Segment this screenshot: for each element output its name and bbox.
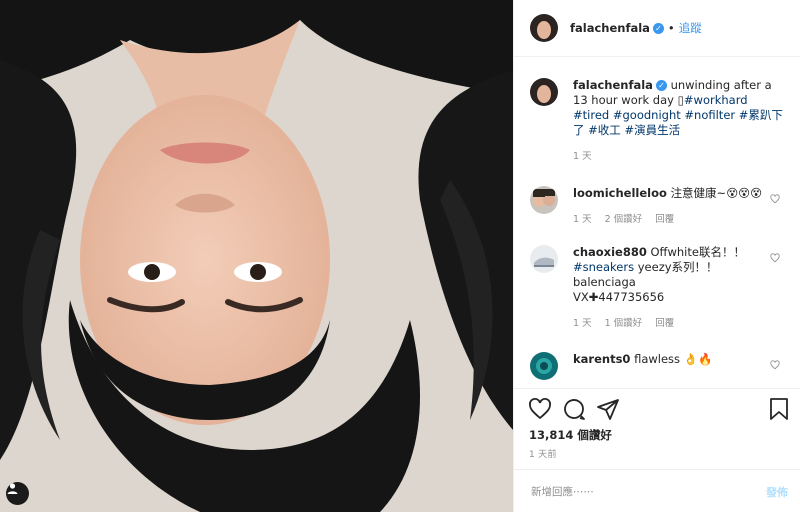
hashtag-link[interactable]: #收工 bbox=[588, 123, 621, 137]
comment-time[interactable]: 1 天 bbox=[573, 214, 592, 225]
hashtag-link[interactable]: #nofilter bbox=[684, 108, 735, 122]
hashtag-link[interactable]: #tired bbox=[573, 108, 609, 122]
upside-down-selfie-image bbox=[0, 0, 513, 512]
comment-row: chaoxie880 Offwhite联名！！ #sneakers yeezy系… bbox=[530, 245, 784, 331]
comment-text: VX✚447735656 bbox=[573, 290, 665, 304]
comment-text: Offwhite联名！！ bbox=[650, 245, 745, 259]
hashtag-link[interactable]: #sneakers bbox=[573, 260, 634, 274]
caption-time[interactable]: 1 天 bbox=[573, 151, 592, 162]
post-date[interactable]: 1 天前 bbox=[529, 447, 557, 460]
heart-icon[interactable] bbox=[528, 397, 552, 421]
avatar[interactable] bbox=[530, 78, 558, 106]
bookmark-icon[interactable] bbox=[768, 397, 790, 421]
hashtag-link[interactable]: #演員生活 bbox=[624, 123, 680, 137]
comment-username[interactable]: loomichelleloo bbox=[573, 186, 667, 200]
comment-text: 注意健康~😵😵😵 bbox=[670, 186, 763, 200]
post-username[interactable]: falachenfala bbox=[570, 21, 650, 35]
post-photo[interactable] bbox=[0, 0, 513, 512]
hashtag-link[interactable]: #workhard bbox=[684, 93, 748, 107]
comment-username[interactable]: chaoxie880 bbox=[573, 245, 647, 259]
likes-count[interactable]: 13,814 個讚好 bbox=[529, 427, 612, 443]
comment-row: karents0 flawless 👌🔥 bbox=[530, 352, 784, 380]
comment-likes[interactable]: 1 個讚好 bbox=[605, 318, 643, 329]
avatar[interactable] bbox=[530, 352, 558, 380]
post-side-panel: falachenfala ✓ • 追蹤 falachenfala ✓ unwind… bbox=[513, 0, 800, 512]
instagram-post: falachenfala ✓ • 追蹤 falachenfala ✓ unwind… bbox=[0, 0, 800, 512]
add-comment-bar: 發佈 bbox=[514, 469, 800, 514]
add-comment-input[interactable] bbox=[529, 485, 733, 499]
comment-time[interactable]: 1 天 bbox=[573, 318, 592, 329]
follow-button[interactable]: 追蹤 bbox=[679, 20, 702, 36]
reply-button[interactable]: 回覆 bbox=[655, 214, 674, 225]
avatar[interactable] bbox=[530, 245, 558, 273]
heart-icon[interactable] bbox=[770, 253, 780, 263]
heart-icon[interactable] bbox=[770, 194, 780, 204]
comment-row: loomichelleloo 注意健康~😵😵😵 1 天 2 個讚好 回覆 bbox=[530, 186, 784, 227]
avatar[interactable] bbox=[530, 186, 558, 214]
caption-text: falachenfala ✓ unwinding after a 13 hour … bbox=[573, 78, 784, 138]
separator-dot: • bbox=[667, 21, 675, 35]
comment-text: balenciaga bbox=[573, 275, 636, 289]
tag-user-icon[interactable] bbox=[6, 482, 29, 505]
post-actions: 13,814 個讚好 1 天前 發佈 bbox=[514, 388, 800, 513]
verified-badge-icon: ✓ bbox=[652, 22, 664, 34]
comments-list[interactable]: falachenfala ✓ unwinding after a 13 hour … bbox=[514, 58, 800, 388]
share-icon[interactable] bbox=[596, 397, 620, 421]
comment-meta: 1 天 2 個讚好 回覆 bbox=[573, 212, 784, 227]
post-comment-button[interactable]: 發佈 bbox=[766, 484, 788, 500]
post-header: falachenfala ✓ • 追蹤 bbox=[514, 0, 800, 57]
avatar[interactable] bbox=[530, 14, 558, 42]
comment-text: yeezy系列！！ bbox=[634, 260, 718, 274]
verified-badge-icon: ✓ bbox=[655, 80, 667, 91]
heart-icon[interactable] bbox=[770, 360, 780, 370]
caption-row: falachenfala ✓ unwinding after a 13 hour … bbox=[530, 78, 784, 164]
comment-icon[interactable] bbox=[562, 397, 586, 421]
comment-username[interactable]: karents0 bbox=[573, 352, 630, 366]
caption-username[interactable]: falachenfala bbox=[573, 78, 653, 92]
caption-meta: 1 天 bbox=[573, 149, 784, 164]
comment-text: flawless 👌🔥 bbox=[634, 352, 713, 366]
hashtag-link[interactable]: #goodnight bbox=[613, 108, 681, 122]
reply-button[interactable]: 回覆 bbox=[655, 318, 674, 329]
comment-likes[interactable]: 2 個讚好 bbox=[605, 214, 643, 225]
comment-meta: 1 天 1 個讚好 回覆 bbox=[573, 316, 784, 331]
